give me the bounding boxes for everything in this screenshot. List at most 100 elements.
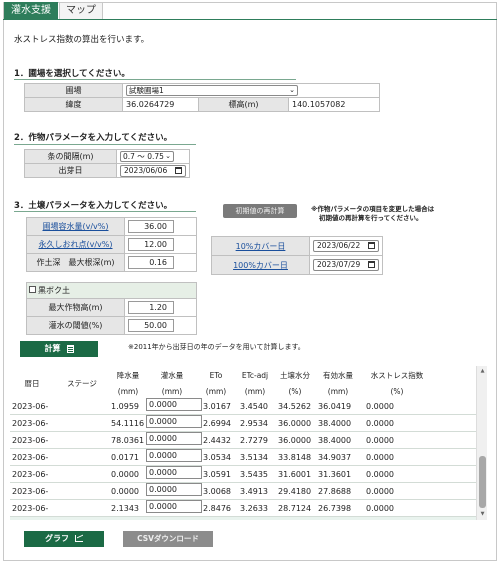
cell-precip: 0.0000 bbox=[111, 470, 139, 479]
graph-button[interactable]: グラフ bbox=[24, 531, 104, 547]
andosol-label: 黒ボク土 bbox=[38, 286, 70, 295]
irrigation-cell-input[interactable]: 0.0000 bbox=[146, 398, 202, 411]
col-precip-header: 降水量 bbox=[116, 371, 140, 380]
cell-precip: 54.1116 bbox=[111, 419, 145, 428]
cell-available-water: 38.4000 bbox=[318, 436, 352, 445]
field-select-cell: 試験圃場1 ⌄ bbox=[122, 83, 380, 98]
calculate-button[interactable]: 計算 bbox=[20, 341, 98, 357]
tab-map[interactable]: マップ bbox=[59, 2, 103, 19]
cell-eto: 2.8476 bbox=[203, 504, 231, 513]
scroll-up-icon[interactable]: ▲ bbox=[479, 368, 486, 375]
table-row: 2023-06-172.13430.00002.84763.263328.712… bbox=[10, 500, 476, 517]
cell-soil-moisture: 29.4180 bbox=[278, 487, 312, 496]
irrigation-cell-input[interactable]: 0.0000 bbox=[146, 449, 202, 462]
section2-underline bbox=[14, 144, 196, 145]
cell-available-water: 36.0419 bbox=[318, 402, 352, 411]
cell-precip: 78.0361 bbox=[111, 436, 145, 445]
cover10-date-input[interactable]: 2023/06/22 bbox=[313, 240, 379, 252]
field-capacity-input[interactable]: 36.00 bbox=[128, 220, 174, 233]
cell-etc-adj: 2.9534 bbox=[240, 419, 268, 428]
emergence-date-input[interactable]: 2023/06/06 bbox=[120, 164, 186, 177]
calculator-icon bbox=[66, 344, 74, 353]
cell-stress-index: 0.0000 bbox=[366, 504, 394, 513]
irrigation-threshold-input[interactable]: 50.00 bbox=[128, 319, 174, 332]
irrigation-cell-input[interactable]: 0.0000 bbox=[146, 483, 202, 496]
cover10-link[interactable]: 10%カバー日 bbox=[236, 242, 286, 251]
col-stage-header: ステージ bbox=[67, 379, 97, 388]
section1-underline bbox=[14, 79, 296, 80]
results-body: 2023-06-111.09590.00003.01673.454034.526… bbox=[10, 398, 476, 520]
table-row: 2023-06-1254.11160.00002.69942.953436.00… bbox=[10, 415, 476, 445]
cell-eto: 2.4432 bbox=[203, 436, 231, 445]
cell-soil-moisture: 31.6001 bbox=[278, 470, 312, 479]
field-label: 圃場 bbox=[24, 83, 123, 98]
table-row: 2023-06-111.09590.00003.01673.454034.526… bbox=[10, 398, 476, 428]
calendar-icon[interactable] bbox=[368, 242, 375, 249]
cell-precip: 0.0171 bbox=[111, 453, 139, 462]
table-row: 2023-06-140.01710.00003.05343.513433.814… bbox=[10, 449, 476, 479]
col-etc-header: ETc-adj bbox=[241, 371, 269, 380]
scroll-thumb[interactable] bbox=[479, 456, 486, 508]
cover100-link[interactable]: 100%カバー日 bbox=[233, 261, 288, 270]
cell-stress-index: 0.0000 bbox=[366, 470, 394, 479]
section3-title: 3．土壌パラメータを入力してください。 bbox=[14, 201, 173, 211]
cell-available-water: 26.7398 bbox=[318, 504, 352, 513]
irrigation-cell-input[interactable]: 0.0000 bbox=[146, 432, 202, 445]
cell-etc-adj: 3.5134 bbox=[240, 453, 268, 462]
calendar-icon[interactable] bbox=[368, 261, 375, 268]
col-irrig-header: 灌水量 bbox=[160, 371, 184, 380]
cell-available-water: 31.3601 bbox=[318, 470, 352, 479]
cell-eto: 3.0534 bbox=[203, 453, 231, 462]
section1-title: 1．圃場を選択してください。 bbox=[14, 69, 130, 79]
calendar-icon[interactable] bbox=[175, 166, 182, 174]
col-date-header: 暦日 bbox=[24, 379, 40, 388]
irrigation-cell-input[interactable]: 0.0000 bbox=[146, 466, 202, 479]
root-depth-label: 作土深 最大根深(m) bbox=[26, 253, 125, 272]
scroll-down-icon[interactable]: ▼ bbox=[479, 511, 486, 518]
root-depth-input[interactable]: 0.16 bbox=[128, 256, 174, 269]
section3-underline bbox=[14, 211, 196, 212]
cell-etc-adj: 3.5435 bbox=[240, 470, 268, 479]
csv-download-button[interactable]: CSVダウンロード bbox=[123, 531, 213, 547]
cell-soil-moisture: 36.0000 bbox=[278, 419, 312, 428]
elev-label: 標高(m) bbox=[198, 97, 289, 112]
cell-available-water: 27.8688 bbox=[318, 487, 352, 496]
cell-stress-index: 0.0000 bbox=[366, 436, 394, 445]
cell-soil-moisture: 36.0000 bbox=[278, 436, 312, 445]
tab-irrigation[interactable]: 灌水支援 bbox=[4, 2, 58, 19]
cover100-date-input[interactable]: 2023/07/29 bbox=[313, 259, 379, 271]
cell-precip: 1.0959 bbox=[111, 402, 139, 411]
table-row: 2023-06-1378.03610.00002.44322.727936.00… bbox=[10, 432, 476, 462]
lat-label: 緯度 bbox=[24, 97, 123, 112]
elev-value: 140.1057082 bbox=[288, 97, 380, 112]
soil-param-table: 圃場容水量(v/v%) 36.00 永久しおれ点(v/v%) 12.00 作土深… bbox=[26, 217, 197, 272]
max-crop-height-label: 最大作物高(m) bbox=[26, 298, 125, 317]
col-stress-header: 水ストレス指数 bbox=[370, 371, 424, 380]
irrigation-threshold-label: 灌水の閾値(%) bbox=[26, 316, 125, 335]
col-water-header: 有効水量 bbox=[323, 371, 353, 380]
andosol-checkbox[interactable] bbox=[29, 286, 36, 293]
recalc-button[interactable]: 初期値の再計算 bbox=[223, 204, 297, 218]
tab-underline bbox=[3, 19, 497, 20]
results-scrollbar[interactable]: ▲ ▼ bbox=[476, 366, 487, 520]
cell-precip: 2.1343 bbox=[111, 504, 139, 513]
cell-stress-index: 0.0000 bbox=[366, 487, 394, 496]
calc-note: ※2011年から出芽日の年のデータを用いて計算します。 bbox=[128, 343, 305, 351]
cell-etc-adj: 2.7279 bbox=[240, 436, 268, 445]
field-select[interactable]: 試験圃場1 ⌄ bbox=[126, 85, 298, 96]
cell-soil-moisture: 34.5262 bbox=[278, 402, 312, 411]
wilting-point-input[interactable]: 12.00 bbox=[128, 238, 174, 251]
wilting-point-link[interactable]: 永久しおれ点(v/v%) bbox=[38, 240, 112, 249]
field-capacity-link[interactable]: 圃場容水量(v/v%) bbox=[42, 222, 108, 231]
cell-eto: 3.0591 bbox=[203, 470, 231, 479]
cell-soil-moisture: 28.7124 bbox=[278, 504, 312, 513]
cell-precip: 0.0000 bbox=[111, 487, 139, 496]
cover-date-table: 10%カバー日 2023/06/22 100%カバー日 2023/07/29 bbox=[211, 236, 383, 275]
crop-height-table: 最大作物高(m) 1.20 灌水の閾値(%) 50.00 bbox=[26, 298, 197, 335]
irrigation-cell-input[interactable]: 0.0000 bbox=[146, 415, 202, 428]
tab-bar: 灌水支援 マップ bbox=[4, 2, 104, 19]
max-crop-height-input[interactable]: 1.20 bbox=[128, 301, 174, 314]
cell-soil-moisture: 33.8148 bbox=[278, 453, 312, 462]
row-spacing-select[interactable]: 0.7 ～ 0.75 ⌄ bbox=[120, 151, 174, 162]
irrigation-cell-input[interactable]: 0.0000 bbox=[146, 500, 202, 513]
